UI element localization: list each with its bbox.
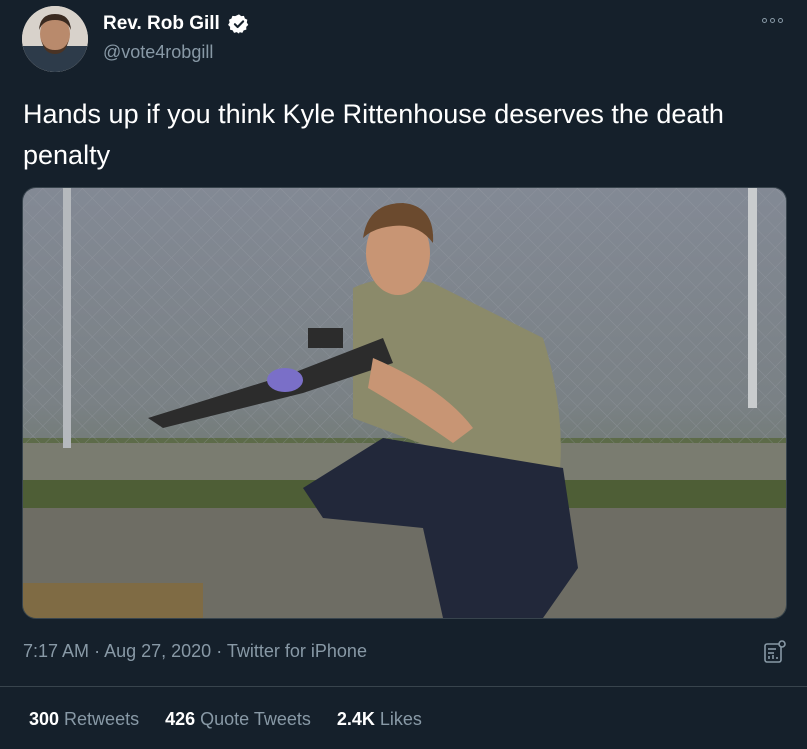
retweets-label: Retweets	[64, 709, 140, 729]
tweet-photo[interactable]	[22, 187, 787, 619]
tweet-text: Hands up if you think Kyle Rittenhouse d…	[23, 99, 724, 170]
likes-stat[interactable]: 2.4K Likes	[337, 709, 422, 730]
tweet-time[interactable]: 7:17 AM	[23, 641, 89, 661]
retweets-stat[interactable]: 300 Retweets	[29, 709, 139, 730]
meta-separator: ·	[94, 641, 101, 661]
more-dot	[770, 17, 775, 23]
author-display-name[interactable]: Rev. Rob Gill	[103, 13, 220, 35]
quote-tweets-count: 426	[165, 709, 196, 729]
photo-image	[23, 188, 786, 618]
tweet-source[interactable]: Twitter for iPhone	[227, 641, 367, 661]
meta-separator: ·	[216, 641, 223, 661]
more-options-icon[interactable]	[762, 14, 788, 26]
avatar-image	[22, 6, 88, 72]
more-dot	[778, 17, 783, 23]
author-handle[interactable]: @vote4robgill	[103, 42, 213, 63]
quote-tweets-stat[interactable]: 426 Quote Tweets	[165, 709, 311, 730]
more-dot	[762, 17, 767, 23]
verified-badge-icon	[228, 14, 249, 34]
engagement-stats: 300 Retweets 426 Quote Tweets 2.4K Likes	[29, 709, 422, 730]
tweet-date[interactable]: Aug 27, 2020	[104, 641, 211, 661]
likes-label: Likes	[379, 709, 422, 729]
analytics-icon[interactable]	[762, 639, 788, 665]
author-avatar[interactable]	[22, 6, 88, 72]
likes-count: 2.4K	[336, 709, 375, 729]
retweets-count: 300	[29, 709, 60, 729]
tweet-meta: 7:17 AM · Aug 27, 2020 · Twitter for iPh…	[23, 641, 367, 662]
quote-tweets-label: Quote Tweets	[200, 709, 311, 729]
divider	[0, 686, 807, 687]
